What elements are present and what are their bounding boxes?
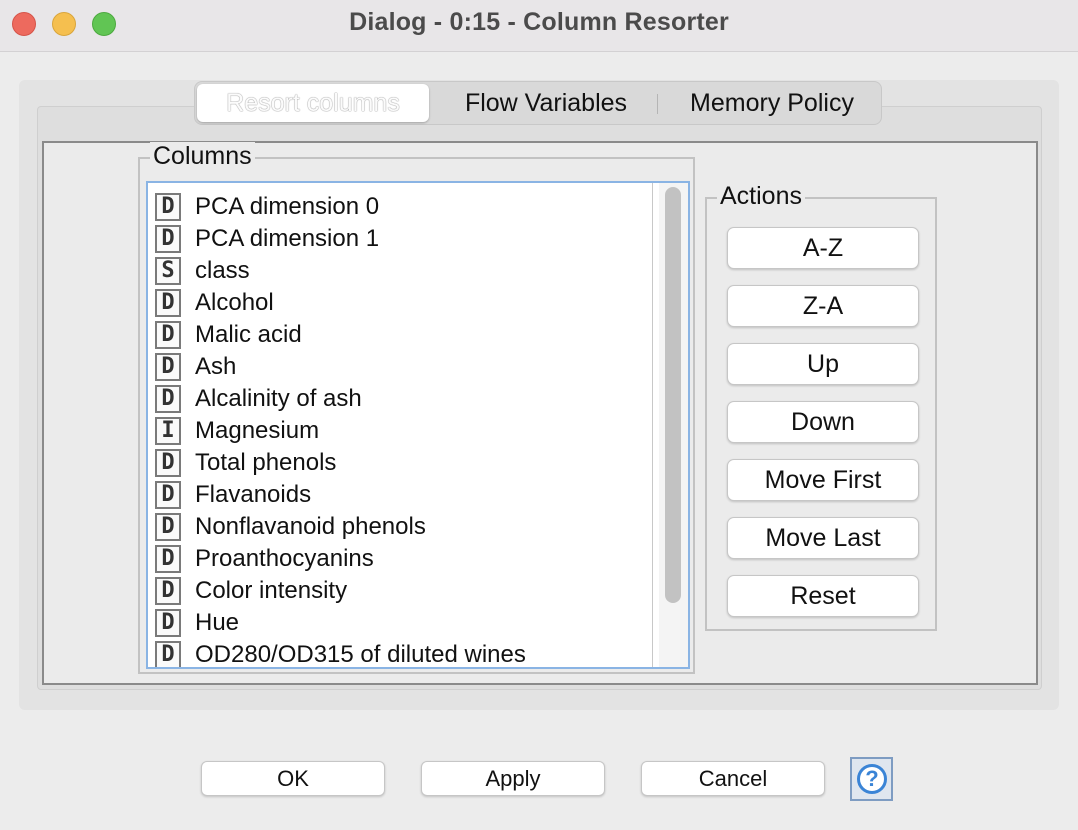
column-name: Total phenols: [195, 449, 337, 476]
columns-group-label: Columns: [150, 142, 255, 170]
move-first-button[interactable]: Move First: [727, 459, 919, 501]
move-last-button[interactable]: Move Last: [727, 517, 919, 559]
column-type-icon: D: [155, 545, 181, 573]
column-name: Flavanoids: [195, 481, 312, 508]
columns-list-viewport[interactable]: D PCA dimension 0 D PCA dimension 1 Sclass D A…: [148, 183, 653, 667]
move-down-button[interactable]: Down: [727, 401, 919, 443]
column-list-item[interactable]: D Alcalinity of ash: [148, 383, 652, 415]
column-name: class: [195, 257, 250, 284]
column-type-icon: D: [155, 385, 181, 413]
tab-separator: [657, 94, 658, 114]
column-name: Alcalinity of ash: [195, 385, 362, 412]
help-icon: ?: [857, 764, 887, 794]
apply-button[interactable]: Apply: [421, 761, 605, 796]
move-up-button[interactable]: Up: [727, 343, 919, 385]
scrollbar-thumb[interactable]: [665, 187, 681, 603]
column-type-icon: D: [155, 609, 181, 637]
column-name: Malic acid: [195, 321, 302, 348]
column-name: Color intensity: [195, 577, 348, 604]
tab-resort-columns[interactable]: Resort columns: [197, 84, 429, 122]
column-type-icon: I: [155, 417, 181, 445]
column-name: Alcohol: [195, 289, 274, 316]
column-name: PCA dimension 1: [195, 225, 380, 252]
column-type-icon: D: [155, 289, 181, 317]
ok-button[interactable]: OK: [201, 761, 385, 796]
column-type-icon: D: [155, 513, 181, 541]
column-list-item[interactable]: D Malic acid: [148, 319, 652, 351]
tab-flow-variables[interactable]: Flow Variables: [441, 82, 651, 124]
column-list-item[interactable]: D Total phenols: [148, 447, 652, 479]
columns-list-scrollbar[interactable]: [659, 183, 688, 667]
column-type-icon: D: [155, 321, 181, 349]
tab-bar: Resort columns Flow Variables Memory Pol…: [194, 81, 882, 125]
column-list-item[interactable]: D Color intensity: [148, 575, 652, 607]
column-list-item[interactable]: D Nonflavanoid phenols: [148, 511, 652, 543]
column-name: Hue: [195, 609, 240, 636]
column-type-icon: D: [155, 641, 181, 667]
title-bar: Dialog - 0:15 - Column Resorter: [0, 0, 1078, 52]
column-name: Magnesium: [195, 417, 320, 444]
reset-button[interactable]: Reset: [727, 575, 919, 617]
column-list-item[interactable]: D Flavanoids: [148, 479, 652, 511]
column-list-item[interactable]: I Magnesium: [148, 415, 652, 447]
column-list-item[interactable]: D Alcohol: [148, 287, 652, 319]
sort-a-z-button[interactable]: A-Z: [727, 227, 919, 269]
column-type-icon: S: [155, 257, 181, 285]
column-type-icon: D: [155, 353, 181, 381]
column-type-icon: D: [155, 449, 181, 477]
columns-list[interactable]: D PCA dimension 0 D PCA dimension 1 Sclass D A…: [146, 181, 690, 669]
column-name: Nonflavanoid phenols: [195, 513, 426, 540]
column-name: PCA dimension 0: [195, 193, 380, 220]
column-name: Ash: [195, 353, 237, 380]
column-list-item[interactable]: D PCA dimension 1: [148, 223, 652, 255]
actions-group-label: Actions: [717, 182, 805, 210]
column-list-item[interactable]: D PCA dimension 0: [148, 191, 652, 223]
column-name: Proanthocyanins: [195, 545, 374, 572]
column-type-icon: D: [155, 481, 181, 509]
column-list-item[interactable]: D Ash: [148, 351, 652, 383]
column-list-item[interactable]: D Proanthocyanins: [148, 543, 652, 575]
help-button[interactable]: ?: [850, 757, 893, 801]
column-list-item[interactable]: Sclass: [148, 255, 652, 287]
column-list-item[interactable]: D Hue: [148, 607, 652, 639]
cancel-button[interactable]: Cancel: [641, 761, 825, 796]
window-title: Dialog - 0:15 - Column Resorter: [349, 8, 729, 36]
sort-z-a-button[interactable]: Z-A: [727, 285, 919, 327]
column-name: OD280/OD315 of diluted wines: [195, 641, 526, 667]
column-type-icon: D: [155, 193, 181, 221]
column-type-icon: D: [155, 225, 181, 253]
tab-memory-policy[interactable]: Memory Policy: [665, 82, 879, 124]
column-type-icon: D: [155, 577, 181, 605]
column-list-item[interactable]: D OD280/OD315 of diluted wines: [148, 639, 652, 667]
